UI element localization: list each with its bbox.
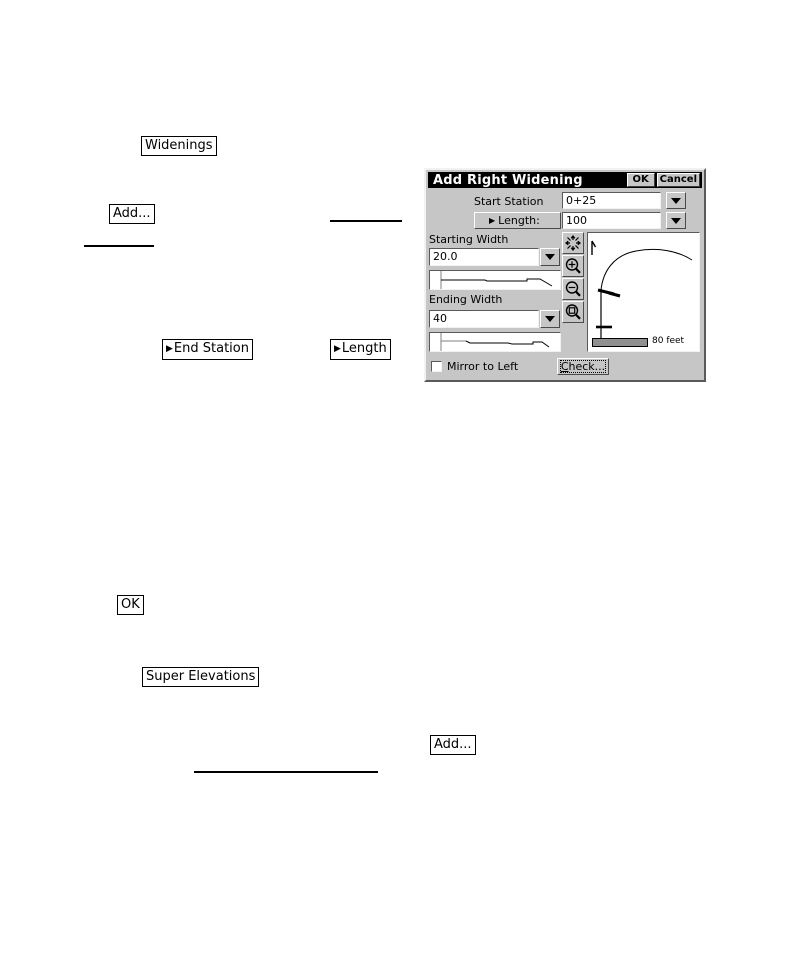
- zoom-out-button[interactable]: [562, 278, 584, 300]
- divider-rule-left-upper: [84, 245, 154, 247]
- zoom-extents-icon: [565, 235, 581, 251]
- starting-width-cross-section-preview: [429, 270, 561, 290]
- checkbox-box-icon: [431, 361, 442, 372]
- starting-width-input[interactable]: 20.0: [429, 248, 539, 266]
- start-station-dropdown-button[interactable]: [666, 192, 686, 209]
- length-input[interactable]: 100: [562, 212, 661, 229]
- scale-bar-label: 80 feet: [652, 336, 685, 346]
- cross-section-profile-icon: [440, 271, 553, 289]
- starting-width-label: Starting Width: [429, 233, 509, 246]
- mirror-to-left-label: Mirror to Left: [447, 360, 519, 373]
- zoom-in-button[interactable]: [562, 255, 584, 277]
- triangle-right-icon: ▶: [334, 344, 341, 354]
- callout-add-upper-label: Add...: [113, 206, 151, 221]
- chevron-down-icon: [671, 197, 681, 204]
- ok-button[interactable]: OK: [626, 173, 655, 187]
- divider-rule-lower: [194, 771, 378, 773]
- chevron-down-icon: [545, 254, 555, 260]
- callout-widenings-label: Widenings: [145, 138, 213, 153]
- start-station-input[interactable]: 0+25: [562, 192, 661, 209]
- length-dropdown-button[interactable]: [666, 212, 686, 229]
- chevron-down-icon: [671, 217, 681, 224]
- starting-width-dropdown-button[interactable]: [540, 248, 560, 266]
- ending-width-label: Ending Width: [429, 293, 503, 306]
- zoom-window-icon: [565, 304, 581, 320]
- triangle-right-icon: ▶: [166, 344, 173, 354]
- divider-rule-right-upper: [330, 220, 402, 222]
- callout-add-upper: Add...: [109, 204, 155, 224]
- triangle-right-icon: ▶: [489, 216, 496, 225]
- add-right-widening-dialog: Add Right Widening OK Cancel Start Stati…: [424, 168, 706, 382]
- dialog-title: Add Right Widening: [433, 172, 583, 188]
- callout-super-elevations-label: Super Elevations: [146, 669, 256, 684]
- callout-length-label: Length: [341, 341, 387, 356]
- plan-view-preview[interactable]: 80 feet: [587, 232, 700, 352]
- callout-ok: OK: [117, 595, 144, 615]
- ending-width-input[interactable]: 40: [429, 310, 539, 328]
- check-button-inner: Check...: [560, 360, 606, 373]
- length-mode-button[interactable]: ▶ Length:: [474, 212, 561, 229]
- chevron-down-icon: [545, 316, 555, 322]
- mirror-to-left-checkbox[interactable]: Mirror to Left: [431, 360, 518, 373]
- callout-end-station-label: End Station: [173, 341, 249, 356]
- check-button[interactable]: Check...: [557, 358, 609, 375]
- length-mode-label: Length:: [498, 214, 540, 227]
- dialog-titlebar: Add Right Widening OK Cancel: [428, 172, 702, 188]
- callout-add-lower-label: Add...: [434, 737, 472, 752]
- ending-width-dropdown-button[interactable]: [540, 310, 560, 328]
- cross-section-profile-icon: [440, 333, 550, 351]
- callout-end-station: ▶End Station: [162, 339, 253, 360]
- check-button-label: Check...: [560, 360, 606, 373]
- zoom-window-button[interactable]: [562, 301, 584, 323]
- zoom-extents-button[interactable]: [562, 232, 584, 254]
- ending-width-cross-section-preview: [429, 332, 561, 352]
- cancel-button[interactable]: Cancel: [656, 173, 700, 187]
- alignment-plan-graphic: [591, 240, 693, 341]
- callout-add-lower: Add...: [430, 735, 476, 755]
- scale-bar: [592, 338, 648, 347]
- document-page: Widenings Add... ▶End Station ▶Length OK…: [0, 0, 786, 954]
- zoom-out-icon: [565, 281, 581, 297]
- zoom-in-icon: [565, 258, 581, 274]
- callout-length: ▶Length: [330, 339, 391, 360]
- callout-super-elevations: Super Elevations: [142, 667, 260, 687]
- callout-ok-label: OK: [121, 597, 140, 612]
- callout-widenings: Widenings: [141, 136, 217, 156]
- start-station-label: Start Station: [474, 195, 544, 208]
